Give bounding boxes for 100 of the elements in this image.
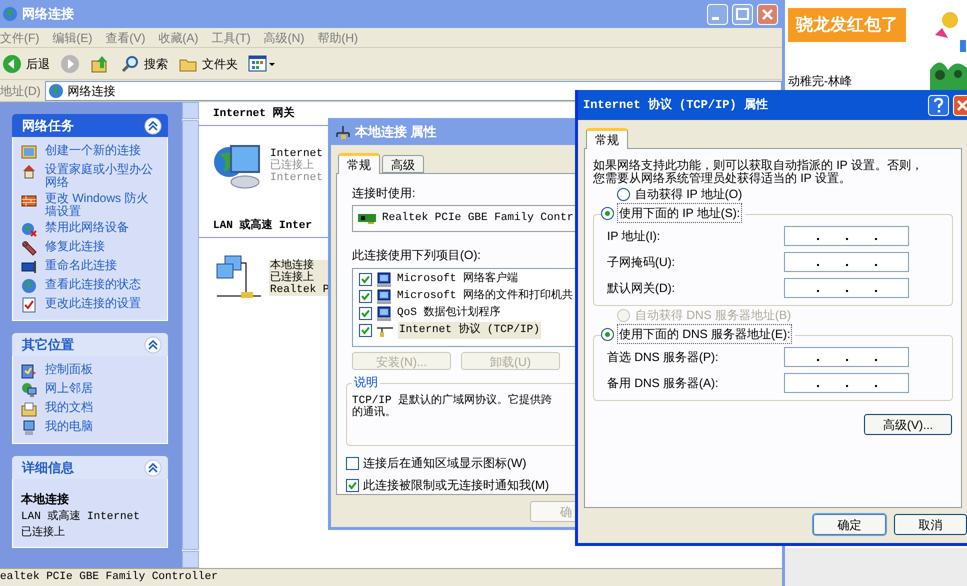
globe-cross-icon [21, 221, 37, 237]
details-title: 本地连接 [21, 491, 70, 508]
help-button[interactable] [928, 94, 949, 116]
views-grid-icon [248, 54, 276, 74]
panel-header[interactable]: 其它位置 [12, 333, 168, 356]
advanced-button[interactable]: 高级(V)... [864, 414, 952, 435]
panel-title: 网络任务 [22, 116, 74, 135]
ip-address-field[interactable] [784, 347, 909, 367]
group-header: Internet 网关 [213, 106, 294, 122]
checkbox-label[interactable]: 此连接被限制或无连接时通知我(M) [363, 476, 549, 494]
task-link[interactable]: 更改此连接的设置 [45, 297, 157, 310]
task-link[interactable]: 我的文档 [45, 401, 157, 414]
folder-up-icon [90, 54, 110, 74]
list-item[interactable]: Microsoft 网络客户端 [396, 271, 520, 288]
panel-header[interactable]: 网络任务 [12, 114, 168, 137]
checkbox[interactable] [359, 307, 372, 320]
status-text: ealtek PCIe GBE Family Controller [0, 570, 218, 586]
menu-item[interactable]: 工具(T) [211, 28, 251, 46]
adapter-field: Realtek PCIe GBE Family Contr [352, 205, 575, 232]
checkbox[interactable] [359, 290, 372, 304]
maximize-button[interactable] [732, 4, 753, 24]
computer-icon [376, 306, 392, 322]
control-panel-icon [21, 363, 37, 379]
ip-address-field[interactable] [784, 373, 909, 393]
tab[interactable]: 常规 [338, 153, 380, 174]
checkbox[interactable] [346, 478, 359, 492]
close-button[interactable] [953, 94, 967, 116]
checkbox-label[interactable]: 连接后在通知区域显示图标(W) [363, 454, 526, 472]
checkbox[interactable] [359, 324, 372, 338]
checklist-icon [21, 297, 37, 313]
details-text: 已连接上 [21, 527, 66, 540]
ip-address-field[interactable] [784, 226, 909, 246]
list-item[interactable]: Internet 协议 (TCP/IP) [398, 322, 541, 339]
computer-icon [21, 420, 37, 436]
action-button: 卸载(U) [461, 352, 560, 370]
menu-item[interactable]: 高级(N) [264, 28, 304, 46]
globe-icon [21, 278, 37, 294]
globe-icon [48, 82, 64, 98]
monitor-icon [21, 259, 37, 275]
section-label: 此连接使用下列项目(O): [352, 246, 482, 264]
house-icon [21, 163, 37, 179]
radio-button[interactable] [617, 188, 630, 200]
task-link[interactable]: 网上邻居 [45, 382, 157, 395]
ip-address-field[interactable] [784, 252, 909, 272]
task-link[interactable]: 创建一个新的连接 [45, 144, 157, 157]
minimize-button[interactable] [707, 4, 728, 24]
radio-label: 自动获得 DNS 服务器地址(B) [634, 307, 792, 324]
field-label: 子网掩码(U): [607, 254, 675, 271]
window-title: 本地连接 属性 [355, 122, 437, 141]
menu-item[interactable]: 文件(F) [0, 28, 40, 46]
computer-icon [376, 288, 392, 305]
cancel-button[interactable]: 取消 [894, 514, 967, 535]
menu-item[interactable]: 编辑(E) [52, 28, 92, 46]
menu-item[interactable]: 帮助(H) [317, 28, 358, 46]
ip-address-field[interactable] [784, 278, 909, 298]
task-link[interactable]: 设置家庭或小型办公网络 [45, 163, 157, 189]
menu-item[interactable]: 查看(V) [105, 28, 146, 46]
details-text: LAN 或高速 Internet [21, 511, 141, 524]
group-header: LAN 或高速 Inter [213, 218, 312, 234]
globe-icon [2, 6, 18, 22]
field-label: IP 地址(I): [607, 228, 660, 245]
tab[interactable]: 高级 [382, 155, 424, 173]
address-label: 地址(D) [0, 82, 41, 100]
task-link[interactable]: 控制面板 [45, 363, 157, 376]
tab[interactable]: 常规 [586, 128, 628, 149]
window-title: 网络连接 [22, 5, 74, 24]
task-link[interactable]: 查看此连接的状态 [45, 278, 157, 291]
checkbox[interactable] [346, 456, 359, 470]
toolbar-button[interactable]: 文件夹 [176, 50, 240, 76]
contact-name: 动稚完-林峰 [788, 73, 852, 90]
action-button: 安装(N)... [352, 352, 451, 370]
menu-item[interactable]: 收藏(A) [158, 28, 198, 46]
close-button[interactable] [757, 4, 778, 24]
toolbar-button[interactable]: 搜索 [118, 50, 170, 76]
field-label: 默认网关(D): [607, 280, 675, 297]
radio-button[interactable] [601, 206, 614, 220]
network-card-icon [358, 212, 376, 224]
panel-header[interactable]: 详细信息 [12, 456, 168, 479]
intro-text: 如果网络支持此功能，则可以获取自动指派的 IP 设置。否则， 您需要从网络系统管理员处获得适当的 IP 设置。 [593, 159, 924, 185]
globe-computer-icon [213, 142, 263, 190]
panel-title: 详细信息 [22, 458, 74, 477]
field-label: 首选 DNS 服务器(P): [607, 349, 718, 366]
task-link[interactable]: 我的电脑 [45, 420, 157, 433]
task-link[interactable]: 重命名此连接 [45, 259, 157, 272]
network-globe-icon [21, 382, 37, 398]
task-link[interactable]: 更改 Windows 防火墙设置 [45, 192, 157, 218]
radio-label[interactable]: 自动获得 IP 地址(O) [634, 185, 744, 203]
checkbox[interactable] [359, 273, 372, 286]
network-plug-icon [335, 124, 351, 140]
section-label: 连接时使用: [352, 185, 416, 202]
toolbar-button[interactable]: 后退 [0, 50, 52, 76]
task-link[interactable]: 修复此连接 [45, 240, 157, 253]
task-link[interactable]: 禁用此网络设备 [45, 221, 157, 234]
list-item[interactable]: Microsoft 网络的文件和打印机共 [396, 288, 574, 305]
folder-icon [21, 401, 37, 417]
group-title: 说明 [352, 374, 380, 390]
computer-icon [376, 272, 392, 288]
ok-button[interactable]: 确定 [813, 514, 886, 535]
list-item[interactable]: QoS 数据包计划程序 [396, 305, 502, 322]
radio-button[interactable] [601, 328, 614, 340]
